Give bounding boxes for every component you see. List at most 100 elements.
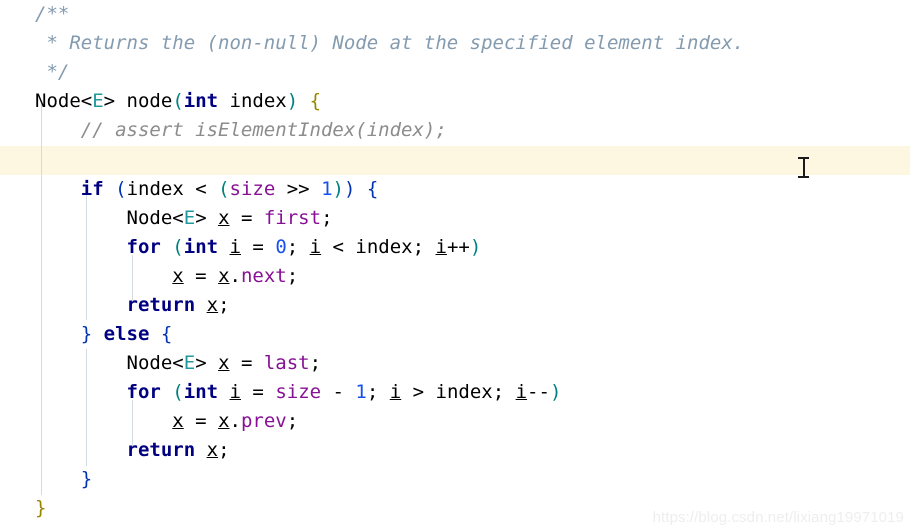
code-token: = xyxy=(229,207,264,229)
code-token: x xyxy=(172,265,184,287)
code-token: ( xyxy=(218,178,230,200)
code-token: E xyxy=(183,207,196,229)
ibeam-stem xyxy=(803,159,805,177)
code-token: index xyxy=(218,90,287,112)
code-token: > xyxy=(195,207,219,229)
code-line[interactable]: } else { xyxy=(35,320,173,349)
code-line[interactable]: return x; xyxy=(35,291,230,320)
code-token: i xyxy=(389,381,402,403)
code-token: ++ xyxy=(446,236,470,258)
code-token: } xyxy=(80,323,93,345)
code-token: ) xyxy=(549,381,562,403)
code-token: . xyxy=(229,265,241,287)
code-token: . xyxy=(229,410,241,432)
code-line[interactable]: } xyxy=(35,494,46,523)
code-token: ; xyxy=(366,381,390,403)
code-token: { xyxy=(160,323,173,345)
code-line[interactable]: } xyxy=(35,465,92,494)
code-token: return xyxy=(126,439,196,461)
code-line[interactable]: */ xyxy=(35,58,69,87)
code-token: E xyxy=(92,90,104,112)
code-line[interactable]: if (index < (size >> 1)) { xyxy=(35,175,379,204)
code-token: ; xyxy=(286,265,299,287)
code-token: for xyxy=(126,381,161,403)
code-line[interactable]: * Returns the (non-null) Node at the spe… xyxy=(35,29,744,58)
code-token: < xyxy=(172,352,184,374)
code-token: i xyxy=(229,236,241,258)
code-token: i xyxy=(309,236,322,258)
code-token: prev xyxy=(240,410,287,432)
code-token: ; xyxy=(218,439,230,461)
code-token: Node xyxy=(35,90,81,112)
code-line[interactable]: Node<E> x = last; xyxy=(35,349,322,378)
code-token: /** xyxy=(35,3,70,25)
watermark-url: https://blog.csdn.net/lixiang19971019 xyxy=(652,509,904,526)
code-token: i xyxy=(515,381,528,403)
code-line[interactable]: /** xyxy=(35,0,69,29)
code-token: size xyxy=(275,381,322,403)
ibeam-cap-bottom xyxy=(798,176,809,178)
code-token: > index; xyxy=(401,381,516,403)
code-line[interactable]: x = x.prev; xyxy=(35,407,298,436)
code-token: -- xyxy=(527,381,550,403)
code-token: ; xyxy=(286,410,299,432)
code-line[interactable]: Node<E> node(int index) { xyxy=(35,87,321,116)
code-token: i xyxy=(435,236,447,258)
code-token: Node xyxy=(35,352,173,374)
code-token: > node xyxy=(103,90,173,112)
code-token: >> xyxy=(275,178,322,200)
code-token: if xyxy=(80,178,104,200)
code-token: < xyxy=(80,90,93,112)
code-token: 1 xyxy=(321,178,333,200)
code-token: */ xyxy=(35,61,70,83)
code-token: Node xyxy=(35,207,173,229)
code-token: = xyxy=(183,265,219,287)
code-token: int xyxy=(183,236,219,258)
code-token: size xyxy=(229,178,276,200)
code-token: E xyxy=(183,352,196,374)
code-line[interactable]: x = x.next; xyxy=(35,262,298,291)
code-line[interactable]: // assert isElementIndex(index); xyxy=(35,116,447,145)
code-token: ( xyxy=(172,90,184,112)
code-token: 0 xyxy=(275,236,287,258)
code-token: // assert isElementIndex(index); xyxy=(35,119,447,141)
code-line[interactable]: return x; xyxy=(35,436,230,465)
code-token: - xyxy=(321,381,356,403)
code-token: < xyxy=(172,207,184,229)
code-token: < index; xyxy=(321,236,436,258)
code-token: x xyxy=(206,439,219,461)
code-line[interactable]: Node<E> x = first; xyxy=(35,204,333,233)
code-token: } xyxy=(35,497,47,519)
code-token: x xyxy=(218,410,230,432)
code-token: = xyxy=(229,352,264,374)
code-token: int xyxy=(183,90,219,112)
code-token: ) xyxy=(469,236,482,258)
code-token: ; xyxy=(286,236,310,258)
code-text-layer[interactable]: /** * Returns the (non-null) Node at the… xyxy=(0,0,910,530)
code-token: } xyxy=(80,468,93,490)
code-token: ) xyxy=(286,90,299,112)
code-line[interactable]: for (int i = size - 1; i > index; i--) xyxy=(35,378,562,407)
code-token: > xyxy=(195,352,219,374)
code-line[interactable]: for (int i = 0; i < index; i++) xyxy=(35,233,482,262)
code-token: = xyxy=(240,381,276,403)
code-token: ; xyxy=(218,294,230,316)
code-editor-view[interactable]: /** * Returns the (non-null) Node at the… xyxy=(0,0,910,530)
code-token: x xyxy=(218,265,230,287)
code-token: x xyxy=(172,410,184,432)
